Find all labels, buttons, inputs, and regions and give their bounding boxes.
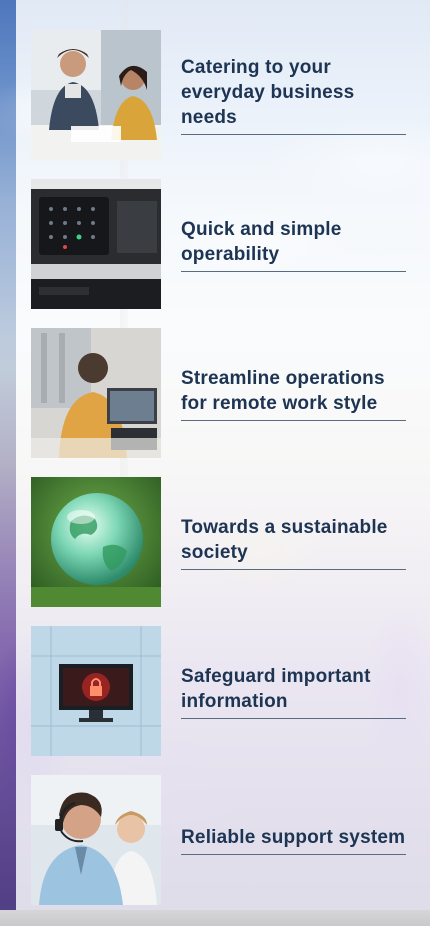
printer-panel-icon[interactable] — [31, 179, 161, 309]
feature-item-remote-work[interactable]: Streamline operations for remote work st… — [16, 328, 406, 477]
feature-item-security[interactable]: Safeguard important information — [16, 626, 406, 775]
feature-label[interactable]: Streamline operations for remote work st… — [181, 366, 406, 421]
headset-operator-icon[interactable] — [31, 775, 161, 905]
people-meeting-icon[interactable] — [31, 30, 161, 160]
feature-item-business-needs[interactable]: Catering to your everyday business needs — [16, 30, 406, 179]
feature-label[interactable]: Towards a sustainable society — [181, 515, 406, 570]
page: Catering to your everyday business needs — [0, 0, 430, 926]
feature-label[interactable]: Safeguard important information — [181, 664, 406, 719]
feature-label[interactable]: Reliable support system — [181, 825, 406, 855]
feature-label[interactable]: Quick and simple operability — [181, 217, 406, 272]
feature-label[interactable]: Catering to your everyday business needs — [181, 55, 406, 135]
feature-item-operability[interactable]: Quick and simple operability — [16, 179, 406, 328]
feature-item-support[interactable]: Reliable support system — [16, 775, 406, 924]
feature-item-sustainable[interactable]: Towards a sustainable society — [16, 477, 406, 626]
globe-icon[interactable] — [31, 477, 161, 607]
remote-worker-icon[interactable] — [31, 328, 161, 458]
background-left-strip — [0, 0, 16, 926]
feature-list: Catering to your everyday business needs — [16, 30, 406, 924]
bottom-bar — [0, 910, 430, 926]
lock-screen-icon[interactable] — [31, 626, 161, 756]
